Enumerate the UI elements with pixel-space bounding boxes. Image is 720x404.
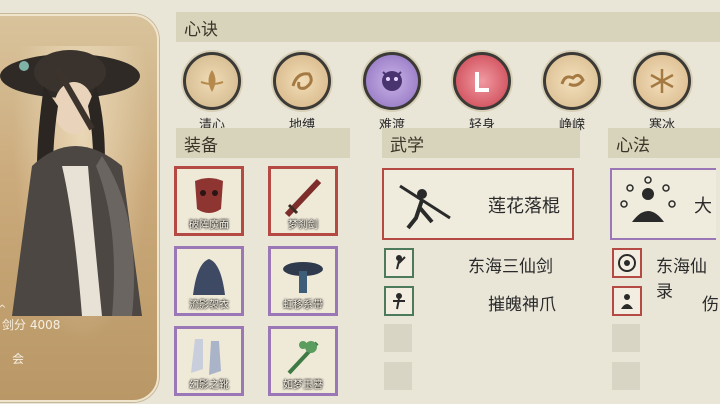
wuxue-slot-2[interactable]	[384, 286, 414, 316]
wuxue-empty-slot[interactable]	[384, 362, 412, 390]
demon-mask-icon	[363, 52, 421, 110]
jade-hairpin-icon	[287, 341, 319, 375]
equipment-slot-mask[interactable]: 破阵魔面	[174, 166, 244, 236]
snowflake-icon	[633, 52, 691, 110]
equipment-slot-hairpin[interactable]: 如梦玉簪	[268, 326, 338, 396]
xinjue-skill-hanbing[interactable]: 寒冰	[632, 52, 692, 133]
belt-icon	[283, 262, 323, 293]
wuxue-main-card[interactable]: 莲花落棍	[382, 168, 574, 240]
wuxue-item-1[interactable]: 东海三仙剑	[468, 252, 553, 277]
xinjue-skill-nandu[interactable]: 难渡	[362, 52, 422, 133]
monk-emblem-icon	[621, 294, 633, 309]
demon-mask-icon	[195, 178, 223, 213]
xinfa-empty-slot[interactable]	[612, 362, 640, 390]
xinjue-skill-difu[interactable]: 地缚	[272, 52, 332, 133]
equipment-slot-sword[interactable]: 梦刹剑	[268, 166, 338, 236]
equipment-slot-belt[interactable]: 虹移系带	[268, 246, 338, 316]
xinfa-header: 心法	[608, 128, 720, 158]
xinjue-title: 心诀	[184, 19, 218, 40]
staff-fighter-icon	[399, 184, 451, 230]
lotus-emblem-icon	[618, 254, 636, 272]
wuxue-main-name: 莲花落棍	[488, 196, 560, 217]
swirl-lotus-icon	[183, 52, 241, 110]
swordsman-illustration	[0, 50, 142, 316]
character-portrait[interactable]: ^ 剑分 4008 会	[0, 14, 159, 402]
wuxue-header: 武学	[382, 128, 580, 158]
boots-icon	[191, 339, 221, 375]
xinfa-slot-2[interactable]	[612, 286, 642, 316]
sword-score-label: 剑分 4008	[2, 318, 61, 332]
robe-icon	[193, 259, 225, 295]
portrait-sub-label: 会	[12, 352, 25, 366]
equipment-slot-robe[interactable]: 流影袈衣	[174, 246, 244, 316]
claw-fighter-icon	[393, 293, 405, 310]
equipment-title: 装备	[184, 135, 218, 156]
light-body-icon	[453, 52, 511, 110]
sword-icon	[284, 178, 322, 218]
meditating-monk-icon	[620, 176, 676, 222]
xinjue-skill-qingxin[interactable]: 清心	[182, 52, 242, 133]
wuxue-title: 武学	[390, 135, 424, 156]
xinfa-main-name: 大	[694, 196, 712, 217]
xinfa-slot-1[interactable]	[612, 248, 642, 278]
cloud-swirl-icon	[543, 52, 601, 110]
sword-fighter-icon	[396, 255, 406, 270]
equipment-name: 破阵魔面	[189, 220, 229, 231]
wuxue-empty-slot[interactable]	[384, 324, 412, 352]
wuxue-slot-1[interactable]	[384, 248, 414, 278]
equipment-slot-boots[interactable]: 幻影之靴	[174, 326, 244, 396]
xinjue-header: 心诀	[176, 12, 720, 42]
xinjue-skill-zhengrong[interactable]: 峥嵘	[542, 52, 602, 133]
chevron-up-icon[interactable]: ^	[0, 304, 6, 315]
xinfa-title: 心法	[616, 135, 650, 156]
xinfa-main-card[interactable]: 大	[610, 168, 716, 240]
equipment-name: 虹移系带	[283, 300, 323, 311]
xinfa-item-2[interactable]: 伤	[702, 290, 719, 315]
swirl-earth-icon	[273, 52, 331, 110]
wuxue-item-2[interactable]: 摧魄神爪	[488, 290, 556, 315]
xinfa-empty-slot[interactable]	[612, 324, 640, 352]
equipment-header: 装备	[176, 128, 350, 158]
xinjue-skill-qingshen[interactable]: 轻身	[452, 52, 512, 133]
